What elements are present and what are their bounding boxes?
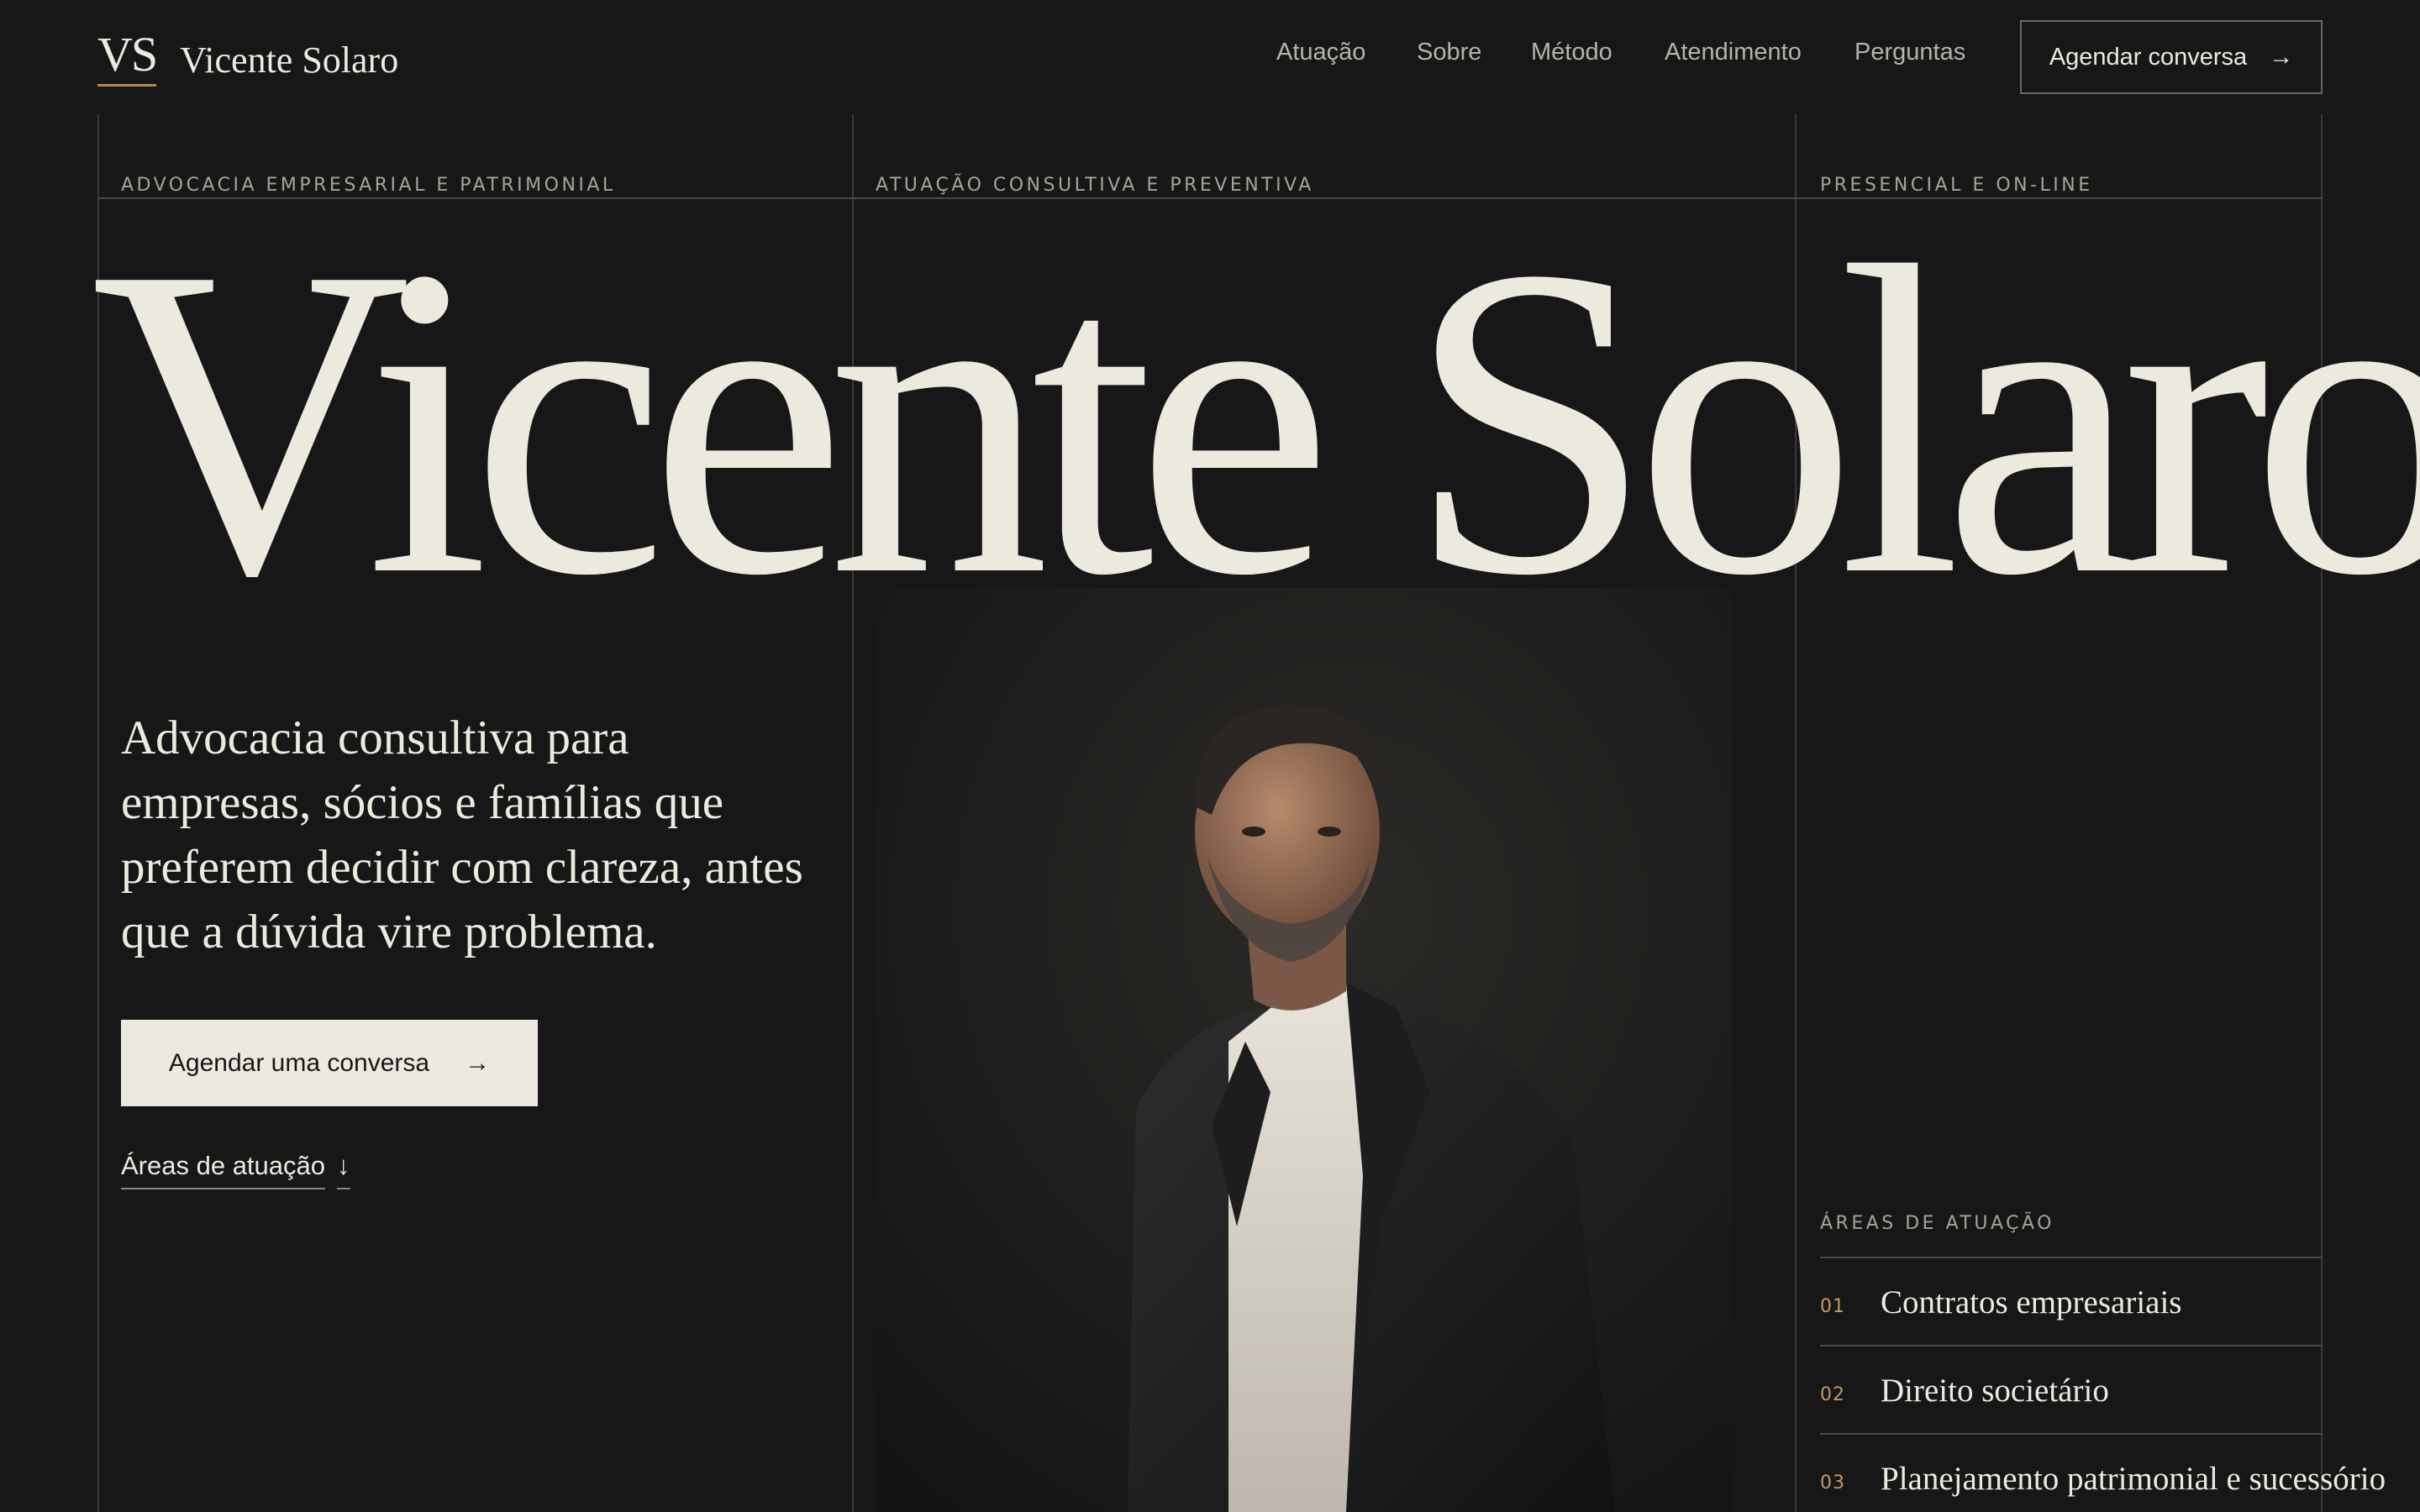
schedule-conversation-primary-button[interactable]: Agendar uma conversa → bbox=[121, 1020, 538, 1106]
site-header: VS Vicente Solaro Atuação Sobre Método A… bbox=[0, 0, 2420, 114]
logo-name: Vicente Solaro bbox=[180, 39, 399, 81]
practice-areas-list: 01 Contratos empresariais 02 Direito soc… bbox=[1820, 1257, 2386, 1512]
practice-areas-heading: ÁREAS DE ATUAÇÃO bbox=[1820, 1213, 2054, 1234]
nav-link-atuacao[interactable]: Atuação bbox=[1276, 39, 1365, 66]
practice-area-name: Planejamento patrimonial e sucessório bbox=[1881, 1461, 2386, 1497]
practice-areas-link[interactable]: Áreas de atuação ↓ bbox=[121, 1151, 350, 1189]
hero-lede: Advocacia consultiva para empresas, sóci… bbox=[121, 711, 803, 958]
logo-link[interactable]: VS Vicente Solaro bbox=[97, 30, 398, 87]
practice-area-item[interactable]: 02 Direito societário bbox=[1820, 1345, 2323, 1433]
hero-title: Vicente Solaro bbox=[91, 176, 2420, 667]
schedule-conversation-button[interactable]: Agendar conversa → bbox=[2020, 20, 2323, 94]
portrait-illustration bbox=[876, 588, 1733, 1512]
practice-area-number: 01 bbox=[1820, 1296, 1845, 1317]
schedule-button-label: Agendar conversa bbox=[2049, 43, 2248, 71]
nav-link-perguntas[interactable]: Perguntas bbox=[1854, 39, 1965, 66]
arrow-right-icon: → bbox=[2269, 43, 2294, 71]
practice-area-item[interactable]: 01 Contratos empresariais bbox=[1820, 1257, 2323, 1345]
arrow-right-icon: → bbox=[465, 1048, 491, 1077]
nav-link-metodo[interactable]: Método bbox=[1531, 39, 1612, 66]
nav-link-atendimento[interactable]: Atendimento bbox=[1665, 39, 1802, 66]
primary-cta-label: Agendar uma conversa bbox=[168, 1048, 430, 1077]
portrait-photo bbox=[876, 588, 1733, 1512]
page: VS Vicente Solaro Atuação Sobre Método A… bbox=[0, 0, 2420, 1512]
arrow-down-icon: ↓ bbox=[337, 1151, 350, 1189]
practice-areas-link-label: Áreas de atuação bbox=[121, 1151, 326, 1189]
practice-area-name: Contratos empresariais bbox=[1881, 1284, 2182, 1320]
practice-area-number: 03 bbox=[1820, 1473, 1845, 1494]
practice-area-item[interactable]: 03 Planejamento patrimonial e sucessório bbox=[1820, 1433, 2386, 1512]
logo-monogram: VS bbox=[97, 30, 158, 87]
practice-area-number: 02 bbox=[1820, 1384, 1845, 1405]
nav-link-sobre[interactable]: Sobre bbox=[1417, 39, 1481, 66]
practice-area-name: Direito societário bbox=[1881, 1373, 2109, 1409]
